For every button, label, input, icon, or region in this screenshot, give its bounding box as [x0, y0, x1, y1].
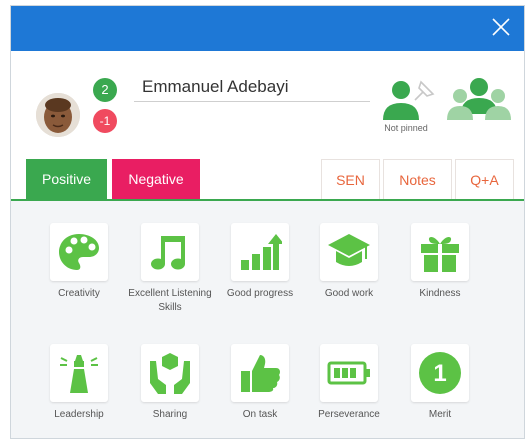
behaviour-tile-on-task[interactable]	[231, 344, 289, 402]
behaviour-label: Kindness	[419, 288, 461, 299]
student-points-modal: 2 -1 Emmanuel Adebayi Not pinned Positiv…	[10, 5, 525, 439]
negative-points-badge: -1	[93, 109, 117, 133]
close-icon[interactable]	[490, 16, 512, 38]
lighthouse-icon	[60, 355, 98, 393]
behaviour-tile-leadership[interactable]	[50, 344, 108, 402]
behaviour-label: Good progress	[226, 288, 294, 299]
behaviour-label: Sharing	[152, 409, 188, 420]
battery-icon	[327, 361, 370, 385]
group-icon[interactable]	[447, 76, 511, 122]
behaviour-grid: Creativity Excellent Listening Skills Go…	[11, 201, 524, 438]
student-avatar	[36, 93, 80, 137]
music-note-icon	[151, 236, 185, 270]
tab-qa[interactable]: Q+A	[455, 159, 514, 199]
tab-positive[interactable]: Positive	[26, 159, 107, 199]
behaviour-label: Creativity	[58, 288, 100, 299]
pin-student-icon[interactable]	[379, 76, 439, 124]
behaviour-tile-merit[interactable]: 1	[411, 344, 469, 402]
modal-header-bar	[11, 6, 524, 51]
behaviour-tile-sharing[interactable]	[141, 344, 199, 402]
behaviour-label: On task	[242, 409, 278, 420]
behaviour-label: Leadership	[54, 409, 104, 420]
gift-icon	[421, 237, 459, 272]
hands-cube-icon	[150, 353, 190, 394]
positive-points-badge: 2	[93, 78, 117, 102]
behaviour-tile-good-progress[interactable]	[231, 223, 289, 281]
behaviour-label: Merit	[428, 409, 452, 420]
behaviour-label: Good work	[324, 288, 374, 299]
tab-sen[interactable]: SEN	[321, 159, 380, 199]
student-photo-icon	[36, 93, 80, 137]
merit-one-icon: 1	[419, 352, 461, 394]
behaviour-tile-excellent-listening-skills[interactable]	[141, 223, 199, 281]
behaviour-label: Excellent Listening Skills	[128, 288, 212, 313]
behaviour-tile-kindness[interactable]	[411, 223, 469, 281]
tab-negative[interactable]: Negative	[112, 159, 200, 199]
rising-bars-icon	[241, 234, 282, 270]
merit-number: 1	[433, 360, 446, 387]
tab-notes[interactable]: Notes	[383, 159, 452, 199]
behaviour-tile-creativity[interactable]	[50, 223, 108, 281]
graduation-cap-icon	[328, 234, 370, 266]
student-name: Emmanuel Adebayi	[134, 76, 370, 102]
behaviour-tile-good-work[interactable]	[320, 223, 378, 281]
thumbs-up-icon	[241, 355, 280, 392]
pin-status-label: Not pinned	[384, 123, 428, 133]
behaviour-label: Perseverance	[318, 409, 380, 420]
palette-icon	[59, 234, 99, 270]
behaviour-tile-perseverance[interactable]	[320, 344, 378, 402]
